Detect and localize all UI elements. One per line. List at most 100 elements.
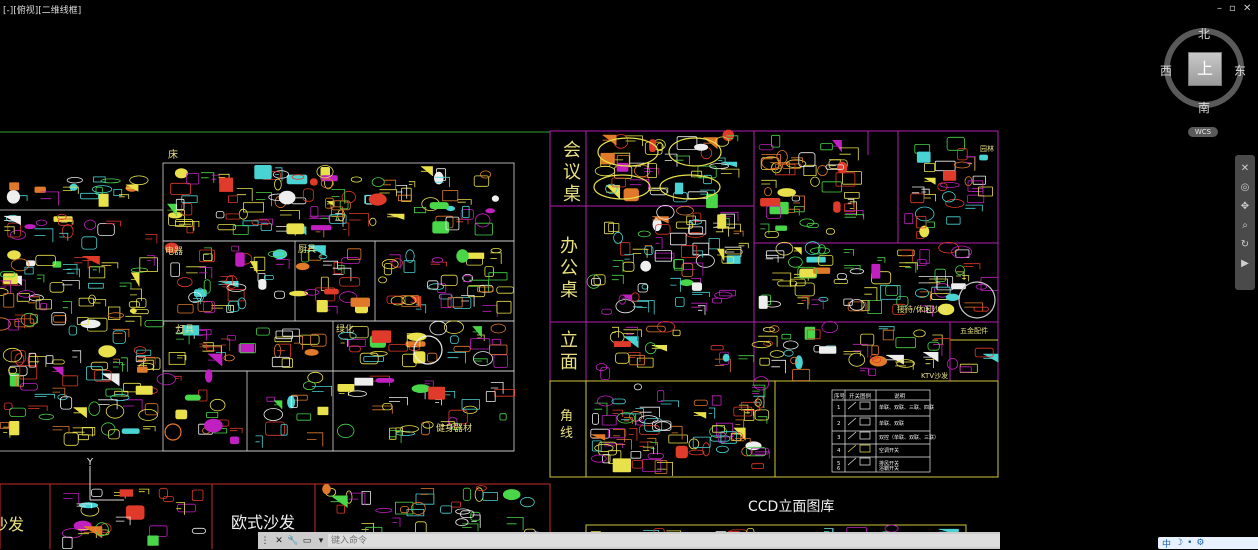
cad-block-symbol <box>453 345 471 352</box>
cad-block-symbol <box>916 151 931 163</box>
ime-tray[interactable]: 中 ☽ • ⚙ <box>1158 537 1258 550</box>
cad-block-symbol <box>348 339 366 347</box>
cad-block-symbol <box>671 425 683 440</box>
customize-icon[interactable]: 🔧 <box>286 536 300 546</box>
cad-block-symbol <box>266 396 275 402</box>
showmotion-icon[interactable]: ▶ <box>1235 258 1255 269</box>
ime-lang[interactable]: 中 <box>1162 537 1171 550</box>
cad-block-symbol <box>108 429 120 440</box>
cad-block-symbol <box>480 170 492 179</box>
cad-block-symbol <box>462 487 471 501</box>
cad-block-symbol <box>656 462 673 476</box>
compass-north[interactable]: 北 <box>1198 25 1210 42</box>
pan-icon[interactable]: ✥ <box>1235 201 1255 212</box>
round-symbol <box>164 423 182 441</box>
cad-block-symbol <box>692 250 704 258</box>
cad-block-symbol <box>720 168 740 178</box>
viewcube-top-face[interactable]: 上 <box>1188 52 1222 86</box>
cad-block-symbol <box>620 242 631 256</box>
cad-block-symbol <box>250 261 258 274</box>
cad-block-symbol <box>654 250 672 262</box>
cad-block-symbol <box>53 315 67 323</box>
cad-block-symbol <box>520 496 535 508</box>
cad-block-symbol <box>211 305 231 311</box>
dot-icon[interactable]: • <box>1187 538 1192 548</box>
switch-legend-icon <box>847 401 871 410</box>
cad-block-symbol <box>198 329 207 341</box>
cad-block-symbol <box>724 246 742 257</box>
dropdown-icon[interactable]: ▾ <box>314 536 328 546</box>
cad-block-symbol <box>78 502 99 509</box>
viewcube[interactable]: 上 北 南 东 西 <box>1158 22 1250 116</box>
gear-icon[interactable]: ⚙ <box>1196 538 1204 548</box>
cad-block-symbol <box>647 437 657 446</box>
cad-block-symbol <box>338 391 349 396</box>
cad-block-symbol <box>9 407 27 417</box>
steering-wheel-icon[interactable]: ◎ <box>1235 182 1255 193</box>
cad-block-symbol <box>349 213 370 227</box>
cad-block-symbol <box>73 407 87 418</box>
switch-row-desc: 单联、双联、三联、四联 <box>879 404 934 411</box>
cad-block-symbol <box>226 335 236 341</box>
cad-block-symbol <box>656 321 676 333</box>
moon-icon[interactable]: ☽ <box>1175 538 1183 548</box>
command-input[interactable] <box>328 534 1000 547</box>
cad-block-symbol <box>6 190 20 204</box>
cad-block-symbol <box>591 454 607 463</box>
cad-block-symbol <box>113 358 120 365</box>
cad-block-symbol <box>594 165 616 177</box>
cad-block-symbol <box>136 366 148 373</box>
cad-block-symbol <box>309 178 318 186</box>
compass-south[interactable]: 南 <box>1198 99 1210 116</box>
cad-block-symbol <box>443 320 464 334</box>
drawing-canvas[interactable]: Y 床 会 议 桌 办 公 桌 立 面 角 线 电器 厨具 灯具 绿化 健身器材… <box>0 0 1258 549</box>
zoom-icon[interactable]: ⌕ <box>1235 220 1255 231</box>
cad-block-symbol <box>474 487 484 502</box>
label-conference-3: 桌 <box>563 184 581 205</box>
cad-block-symbol <box>62 536 73 549</box>
compass-west[interactable]: 西 <box>1160 62 1172 79</box>
cad-block-symbol <box>143 426 156 432</box>
cad-block-symbol <box>601 308 612 315</box>
cad-block-symbol <box>733 230 744 237</box>
navigation-bar[interactable]: ✕ ◎ ✥ ⌕ ↻ ▶ <box>1235 155 1255 290</box>
cad-block-symbol <box>489 344 508 355</box>
cad-block-symbol <box>92 266 100 273</box>
compass-east[interactable]: 东 <box>1234 62 1246 79</box>
cad-block-symbol <box>783 349 794 357</box>
cad-block-symbol <box>955 249 970 258</box>
cad-block-symbol <box>350 297 371 307</box>
cad-block-symbol <box>348 492 366 506</box>
close-icon[interactable]: ✕ <box>1235 163 1255 174</box>
cad-block-symbol <box>832 140 842 152</box>
cad-block-symbol <box>411 384 431 393</box>
cad-block-symbol <box>130 288 142 301</box>
cad-block-symbol <box>485 208 496 214</box>
grip-icon[interactable]: ⋮ <box>258 536 272 546</box>
cad-block-symbol <box>474 358 488 364</box>
cad-block-symbol <box>721 161 737 168</box>
close-command-icon[interactable]: ✕ <box>272 536 286 546</box>
cad-block-symbol <box>4 215 21 225</box>
cad-block-symbol <box>475 213 491 228</box>
cad-block-symbol <box>286 223 305 235</box>
cad-block-symbol <box>668 434 688 444</box>
cad-block-symbol <box>793 247 802 255</box>
cad-block-symbol <box>340 338 348 347</box>
cad-block-symbol <box>467 252 485 259</box>
orbit-icon[interactable]: ↻ <box>1235 239 1255 250</box>
command-line[interactable]: ⋮ ✕ 🔧 ▭ ▾ <box>258 532 1000 549</box>
cad-block-symbol <box>491 338 502 346</box>
cad-block-symbol <box>238 343 255 353</box>
recent-commands-icon[interactable]: ▭ <box>300 536 314 546</box>
wcs-menu[interactable]: WCS <box>1188 127 1218 137</box>
cad-block-symbol <box>443 391 456 399</box>
cad-block-symbol <box>590 434 606 441</box>
label-reception: 接待/休闲沙发 <box>897 304 948 314</box>
cad-block-symbol <box>322 483 331 495</box>
cad-block-symbol <box>675 445 688 459</box>
cad-block-symbol <box>751 463 764 470</box>
cad-block-symbol <box>462 205 470 218</box>
cad-block-symbol <box>61 280 80 290</box>
cad-block-symbol <box>871 263 881 279</box>
